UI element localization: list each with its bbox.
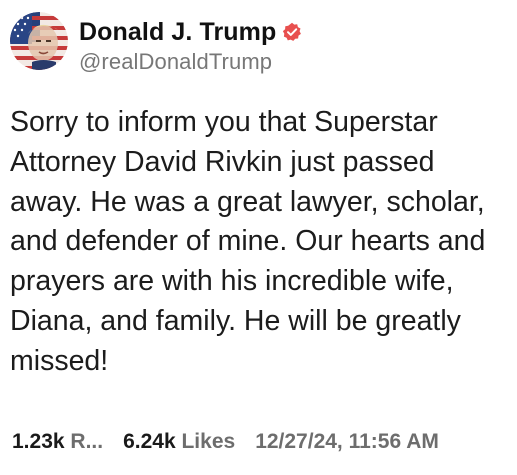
author-name-row: Donald J. Trump [79, 15, 302, 49]
retruths-count: 1.23k [12, 430, 65, 453]
likes-count: 6.24k [123, 430, 176, 453]
post-header: Donald J. Trump @realDonaldTrump [10, 12, 302, 75]
post-timestamp[interactable]: 12/27/24, 11:56 AM [255, 430, 439, 454]
author-handle[interactable]: @realDonaldTrump [79, 49, 302, 75]
retruths-label: R... [70, 430, 104, 453]
likes-label: Likes [181, 430, 236, 453]
post-footer: 1.23k R... 6.24k Likes 12/27/24, 11:56 A… [12, 430, 517, 454]
avatar[interactable] [10, 12, 68, 70]
post-card: Donald J. Trump @realDonaldTrump Sorry t… [0, 0, 517, 475]
likes-stat[interactable]: 6.24k Likes [123, 430, 235, 454]
author-display-name[interactable]: Donald J. Trump [79, 18, 276, 47]
post-body-text: Sorry to inform you that Superstar Attor… [10, 106, 486, 377]
verified-badge-icon [282, 22, 302, 42]
retruths-stat[interactable]: 1.23k R... [12, 430, 103, 454]
avatar-image [10, 12, 68, 70]
author-identity: Donald J. Trump @realDonaldTrump [79, 15, 302, 75]
